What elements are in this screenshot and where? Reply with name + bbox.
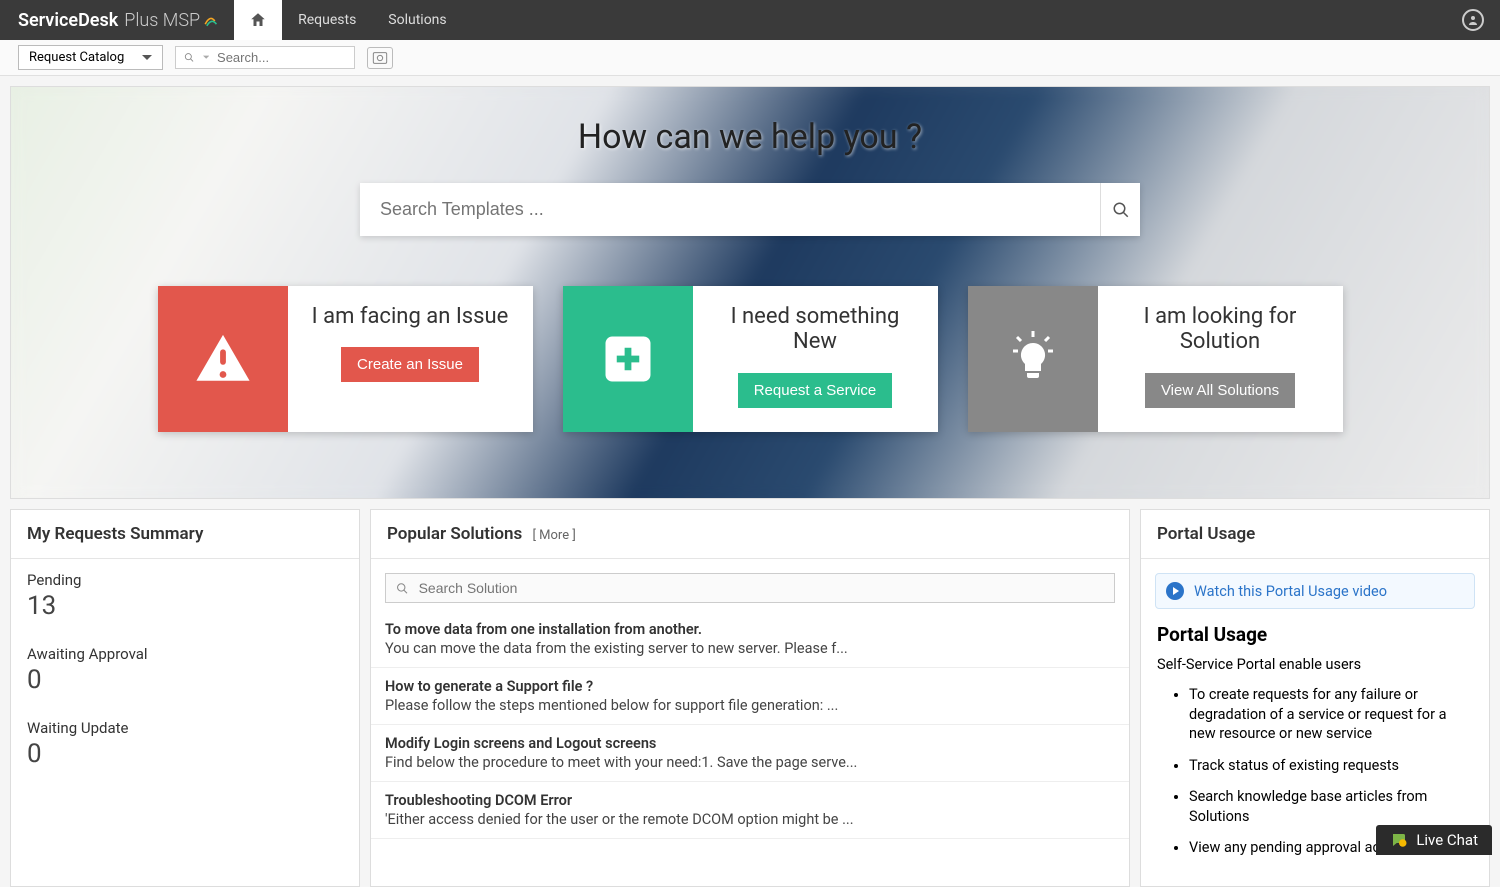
- brand-name-bold: ServiceDesk: [18, 10, 118, 31]
- home-icon: [249, 11, 267, 29]
- solution-desc: Find below the procedure to meet with yo…: [385, 754, 1115, 771]
- solution-item[interactable]: Modify Login screens and Logout screens …: [371, 725, 1129, 782]
- dashboard-columns: My Requests Summary Pending 13 Awaiting …: [10, 509, 1490, 887]
- top-nav: ServiceDesk Plus MSP Requests Solutions: [0, 0, 1500, 40]
- summary-value: 13: [27, 591, 343, 621]
- my-requests-panel: My Requests Summary Pending 13 Awaiting …: [10, 509, 360, 887]
- nav-requests[interactable]: Requests: [282, 12, 372, 28]
- solution-item[interactable]: Troubleshooting DCOM Error 'Either acces…: [371, 782, 1129, 839]
- summary-label: Waiting Update: [27, 719, 343, 737]
- scan-icon: [372, 51, 388, 65]
- solution-title: Troubleshooting DCOM Error: [385, 792, 1115, 809]
- hero-title: How can we help you ?: [11, 117, 1489, 157]
- search-icon: [1112, 201, 1130, 219]
- solution-desc: 'Either access denied for the user or th…: [385, 811, 1115, 828]
- solution-search-input[interactable]: [419, 580, 1104, 596]
- view-solutions-button[interactable]: View All Solutions: [1145, 373, 1295, 408]
- portal-bullet: To create requests for any failure or de…: [1189, 685, 1473, 744]
- warning-icon: [158, 286, 288, 432]
- portal-subheading: Portal Usage: [1157, 623, 1473, 646]
- user-icon: [1467, 14, 1479, 26]
- portal-intro: Self-Service Portal enable users: [1157, 656, 1473, 673]
- summary-label: Awaiting Approval: [27, 645, 343, 663]
- catalog-label: Request Catalog: [29, 50, 124, 65]
- nav-solutions[interactable]: Solutions: [372, 12, 462, 28]
- solution-desc: Please follow the steps mentioned below …: [385, 697, 1115, 714]
- popular-more-link[interactable]: [ More ]: [532, 528, 575, 543]
- brand-name-light: Plus MSP: [124, 10, 200, 31]
- template-search: [360, 183, 1140, 236]
- card-solution: I am looking for Solution View All Solut…: [968, 286, 1343, 432]
- summary-pending[interactable]: Pending 13: [11, 559, 359, 633]
- portal-video-link[interactable]: Watch this Portal Usage video: [1194, 583, 1387, 600]
- chevron-down-icon: [142, 55, 152, 61]
- request-service-button[interactable]: Request a Service: [738, 373, 893, 408]
- template-search-input[interactable]: [360, 183, 1100, 236]
- my-requests-heading: My Requests Summary: [11, 510, 359, 559]
- solution-item[interactable]: To move data from one installation from …: [371, 611, 1129, 668]
- search-icon: [396, 582, 409, 595]
- user-avatar[interactable]: [1462, 9, 1484, 31]
- scan-button[interactable]: [367, 47, 393, 69]
- popular-heading-text: Popular Solutions: [387, 524, 522, 544]
- hero-banner: How can we help you ? I am facing an Iss…: [10, 86, 1490, 499]
- solution-title: Modify Login screens and Logout screens: [385, 735, 1115, 752]
- summary-label: Pending: [27, 571, 343, 589]
- summary-value: 0: [27, 665, 343, 695]
- solution-title: How to generate a Support file ?: [385, 678, 1115, 695]
- portal-bullet: Search knowledge base articles from Solu…: [1189, 787, 1473, 826]
- brand-logo: ServiceDesk Plus MSP: [0, 10, 234, 31]
- action-cards: I am facing an Issue Create an Issue I n…: [11, 286, 1489, 462]
- popular-solutions-panel: Popular Solutions [ More ] To move data …: [370, 509, 1130, 887]
- portal-video-callout: Watch this Portal Usage video: [1155, 573, 1475, 609]
- portal-bullet: Track status of existing requests: [1189, 756, 1473, 776]
- create-issue-button[interactable]: Create an Issue: [341, 347, 479, 382]
- search-icon: [184, 51, 194, 64]
- lightbulb-icon: [968, 286, 1098, 432]
- brand-swoosh-icon: [202, 13, 216, 27]
- live-chat-label: Live Chat: [1416, 831, 1478, 849]
- card-service-title: I need something New: [711, 304, 920, 355]
- chevron-down-icon: [203, 55, 209, 60]
- card-solution-title: I am looking for Solution: [1116, 304, 1325, 355]
- home-tab[interactable]: [234, 0, 282, 40]
- summary-waiting-update[interactable]: Waiting Update 0: [11, 707, 359, 781]
- summary-value: 0: [27, 739, 343, 769]
- card-issue-title: I am facing an Issue: [306, 304, 515, 329]
- popular-heading: Popular Solutions [ More ]: [371, 510, 1129, 559]
- solution-desc: You can move the data from the existing …: [385, 640, 1115, 657]
- plus-icon: [563, 286, 693, 432]
- request-catalog-dropdown[interactable]: Request Catalog: [18, 45, 163, 70]
- card-issue: I am facing an Issue Create an Issue: [158, 286, 533, 432]
- live-chat-button[interactable]: Live Chat: [1376, 825, 1492, 855]
- solution-search: [385, 573, 1115, 603]
- global-search[interactable]: [175, 46, 355, 69]
- solution-title: To move data from one installation from …: [385, 621, 1115, 638]
- play-icon: [1166, 582, 1184, 600]
- solution-item[interactable]: How to generate a Support file ? Please …: [371, 668, 1129, 725]
- chat-icon: [1390, 831, 1408, 849]
- template-search-button[interactable]: [1100, 183, 1140, 236]
- portal-heading: Portal Usage: [1141, 510, 1489, 559]
- card-service: I need something New Request a Service: [563, 286, 938, 432]
- summary-awaiting-approval[interactable]: Awaiting Approval 0: [11, 633, 359, 707]
- global-search-input[interactable]: [217, 50, 346, 65]
- sub-toolbar: Request Catalog: [0, 40, 1500, 76]
